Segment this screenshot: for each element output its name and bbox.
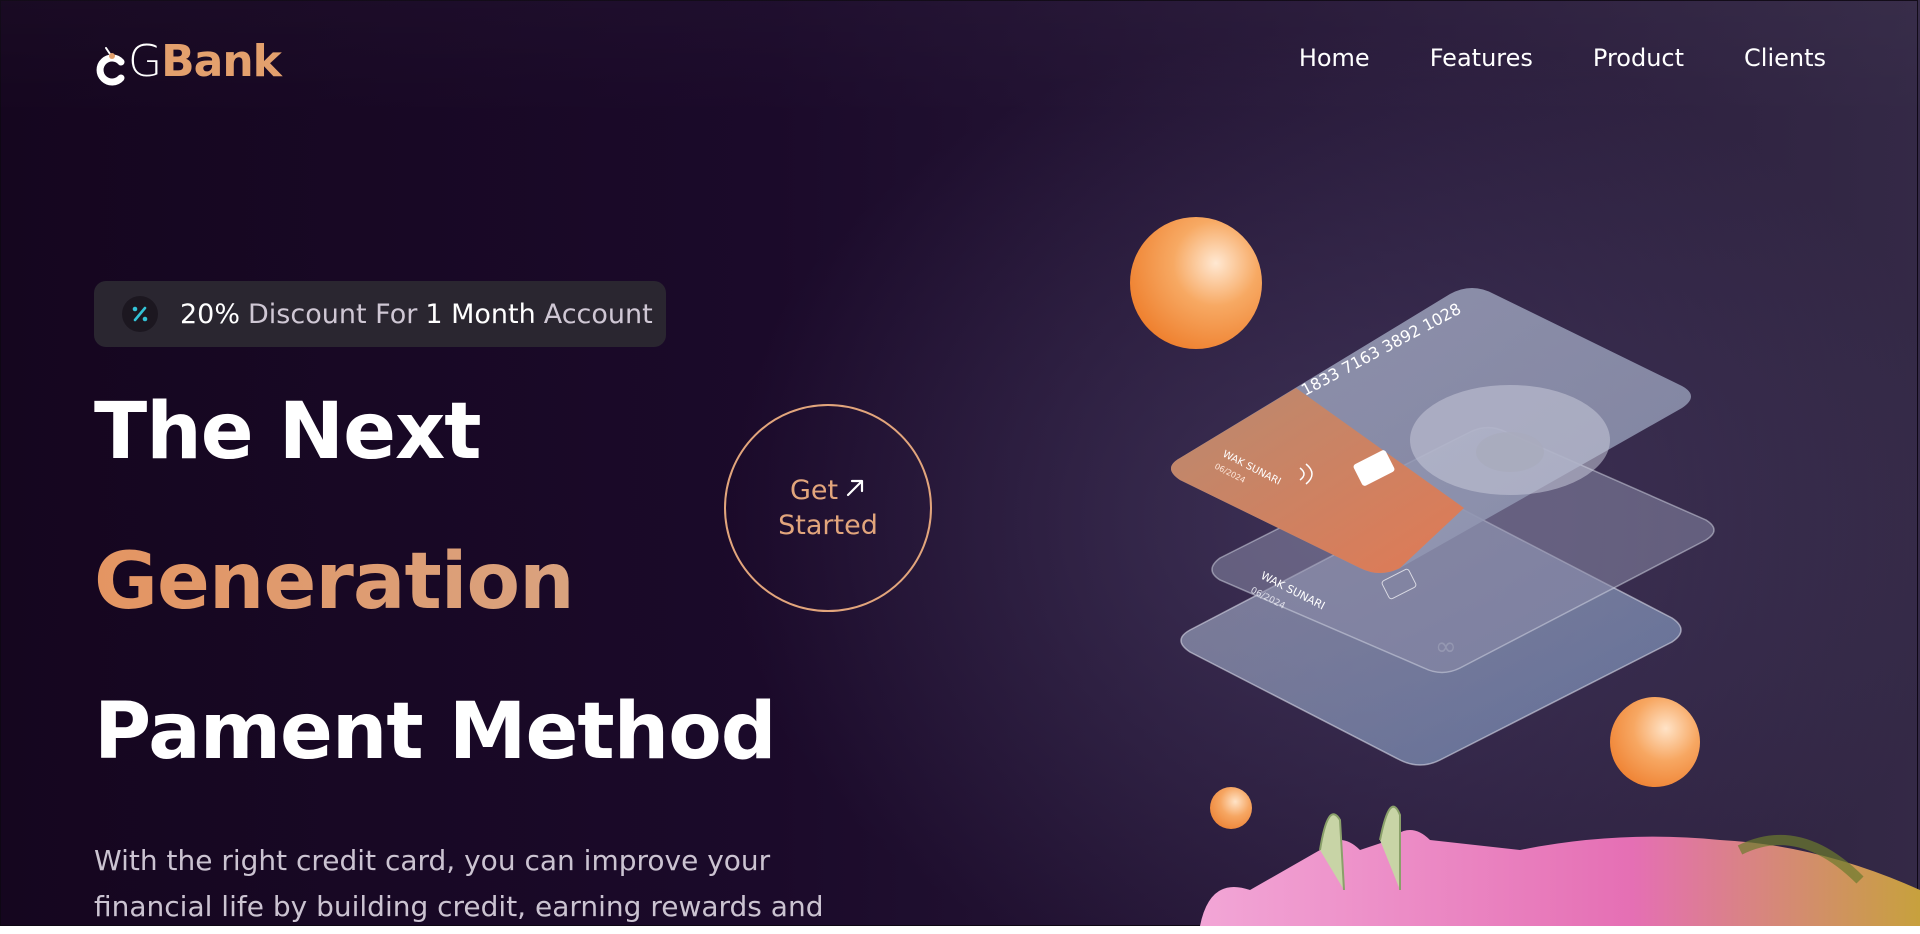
hero-title-line-2: Generation (94, 537, 575, 627)
bottom-strip (0, 926, 1920, 934)
logo-g: G (128, 36, 162, 87)
logo-bank: Bank (161, 36, 282, 87)
hero-illustration: ∞ WAK SUNARI 06/2024 1833 7163 3892 1028… (1100, 190, 1920, 926)
brand-logo[interactable]: GBank (94, 34, 282, 90)
badge-text-2: Account (543, 298, 653, 330)
get-started-button[interactable]: Get Started (724, 404, 932, 612)
nav-product[interactable]: Product (1593, 44, 1684, 72)
main-nav: Home Features Product Clients (1299, 44, 1826, 72)
credit-cards-graphic: ∞ WAK SUNARI 06/2024 1833 7163 3892 1028… (1171, 288, 1920, 926)
percent-icon (122, 296, 158, 332)
hero-description: With the right credit card, you can impr… (94, 844, 824, 923)
badge-duration: 1 Month (425, 298, 536, 330)
arrow-up-right-icon (844, 473, 866, 508)
logo-mark-icon (94, 42, 126, 86)
logo-text: GBank (128, 40, 282, 84)
nav-features[interactable]: Features (1430, 44, 1533, 72)
header: GBank Home Features Product Clients (0, 0, 1920, 120)
hero-title-line-3: Pament Method (94, 687, 777, 777)
cta-label-2: Started (778, 510, 878, 541)
nav-home[interactable]: Home (1299, 44, 1370, 72)
badge-text: 20% Discount For 1 Month Account (180, 299, 653, 330)
cta-row-1: Get (790, 473, 866, 508)
badge-text-1: Discount For (248, 298, 418, 330)
discount-badge: 20% Discount For 1 Month Account (94, 281, 666, 347)
nav-clients[interactable]: Clients (1744, 44, 1826, 72)
hero-title-line-1: The Next (94, 387, 482, 477)
cta-label-1: Get (789, 475, 839, 506)
cta-row-2: Started (778, 508, 878, 543)
badge-percent: 20% (180, 298, 241, 330)
